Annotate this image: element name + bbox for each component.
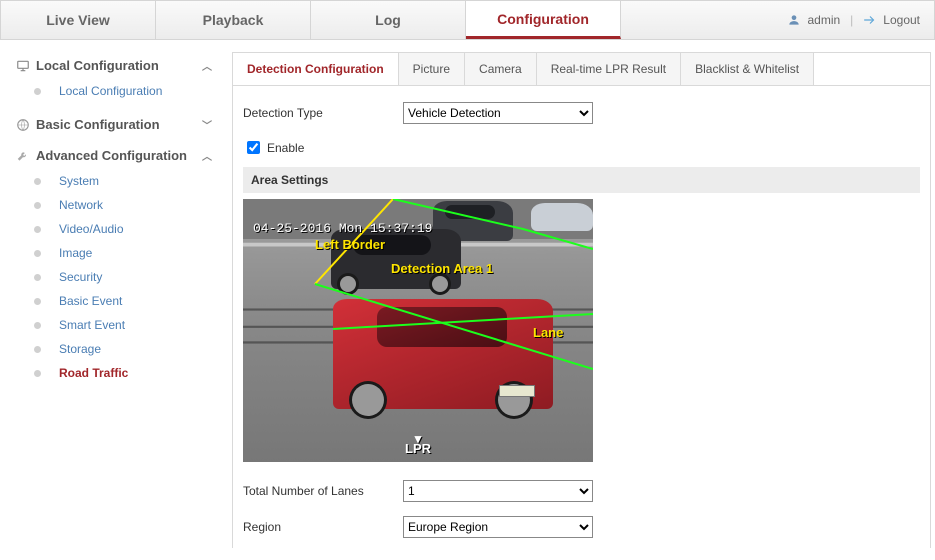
sidebar-item-system[interactable]: System <box>14 169 222 193</box>
topbar-spacer <box>621 1 773 39</box>
region-select[interactable]: Europe Region <box>403 516 593 538</box>
row-enable: Enable <box>243 138 920 157</box>
sidebar-head-basic[interactable]: Basic Configuration ﹀ <box>14 111 222 138</box>
video-preview[interactable]: 04-25-2016 Mon 15:37:19 Left Border Dete… <box>243 199 593 462</box>
logout-link[interactable]: Logout <box>883 13 920 27</box>
detection-type-label: Detection Type <box>243 106 403 120</box>
row-region: Region Europe Region <box>243 516 920 538</box>
total-lanes-label: Total Number of Lanes <box>243 484 403 498</box>
area-settings-header: Area Settings <box>243 167 920 193</box>
wrench-icon <box>16 149 30 163</box>
subtab-detection-configuration[interactable]: Detection Configuration <box>233 53 399 85</box>
tab-playback[interactable]: Playback <box>156 1 311 39</box>
sidebar-item-image[interactable]: Image <box>14 241 222 265</box>
overlay-lpr: LPR <box>405 431 431 456</box>
subtab-blacklist-whitelist[interactable]: Blacklist & Whitelist <box>681 53 814 85</box>
collapse-icon: ︿ <box>202 58 212 73</box>
detection-panel: Detection Type Vehicle Detection Enable … <box>233 86 930 548</box>
total-lanes-select[interactable]: 1 <box>403 480 593 502</box>
subtabs: Detection Configuration Picture Camera R… <box>233 53 930 86</box>
sidebar-item-storage[interactable]: Storage <box>14 337 222 361</box>
enable-label: Enable <box>267 141 304 155</box>
main-panel: Detection Configuration Picture Camera R… <box>232 52 931 548</box>
sidebar-item-security[interactable]: Security <box>14 265 222 289</box>
detection-type-select[interactable]: Vehicle Detection <box>403 102 593 124</box>
subtab-realtime-lpr-result[interactable]: Real-time LPR Result <box>537 53 681 85</box>
sidebar-group-local: Local Configuration ︿ Local Configuratio… <box>14 52 222 107</box>
sidebar-item-network[interactable]: Network <box>14 193 222 217</box>
region-label: Region <box>243 520 403 534</box>
collapse-icon: ︿ <box>202 148 212 163</box>
sidebar: Local Configuration ︿ Local Configuratio… <box>4 52 222 548</box>
sidebar-item-video-audio[interactable]: Video/Audio <box>14 217 222 241</box>
top-nav: Live View Playback Log Configuration adm… <box>0 0 935 40</box>
sidebar-item-smart-event[interactable]: Smart Event <box>14 313 222 337</box>
overlay-lane: Lane <box>533 325 563 340</box>
sidebar-group-label: Local Configuration <box>36 58 159 73</box>
sidebar-group-advanced: Advanced Configuration ︿ System Network … <box>14 142 222 389</box>
user-area: admin | Logout <box>773 1 934 39</box>
globe-icon <box>16 118 30 132</box>
sidebar-group-label: Advanced Configuration <box>36 148 187 163</box>
sidebar-group-label: Basic Configuration <box>36 117 160 132</box>
subtab-camera[interactable]: Camera <box>465 53 537 85</box>
user-name: admin <box>807 13 840 27</box>
sidebar-head-advanced[interactable]: Advanced Configuration ︿ <box>14 142 222 169</box>
row-detection-type: Detection Type Vehicle Detection <box>243 102 920 124</box>
user-icon <box>787 13 801 27</box>
overlay-left-border: Left Border <box>315 237 385 252</box>
subtab-picture[interactable]: Picture <box>399 53 465 85</box>
tab-configuration[interactable]: Configuration <box>466 1 621 39</box>
separator: | <box>850 13 853 27</box>
row-total-lanes: Total Number of Lanes 1 <box>243 480 920 502</box>
tab-live-view[interactable]: Live View <box>1 1 156 39</box>
logout-icon <box>863 13 877 27</box>
tab-log[interactable]: Log <box>311 1 466 39</box>
sidebar-head-local[interactable]: Local Configuration ︿ <box>14 52 222 79</box>
sidebar-item-road-traffic[interactable]: Road Traffic <box>14 361 222 385</box>
osd-timestamp: 04-25-2016 Mon 15:37:19 <box>253 221 432 236</box>
overlay-detection-area: Detection Area 1 <box>391 261 493 276</box>
enable-checkbox[interactable] <box>247 141 260 154</box>
expand-icon: ﹀ <box>202 117 212 132</box>
monitor-icon <box>16 59 30 73</box>
sidebar-item-basic-event[interactable]: Basic Event <box>14 289 222 313</box>
sidebar-group-basic: Basic Configuration ﹀ <box>14 111 222 138</box>
sidebar-item-local-configuration[interactable]: Local Configuration <box>14 79 222 103</box>
